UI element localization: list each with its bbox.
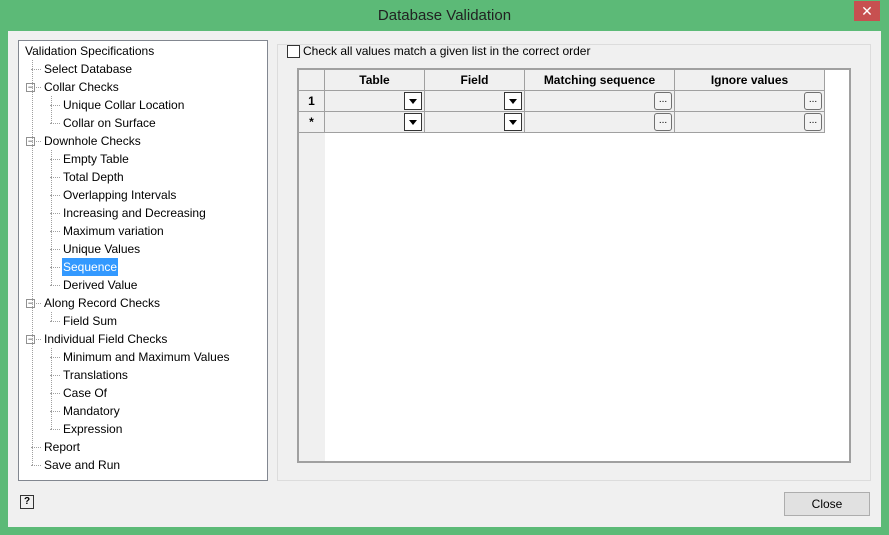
tree-item[interactable]: Overlapping Intervals — [62, 186, 177, 204]
dropdown-button[interactable] — [504, 92, 522, 110]
specifications-tree[interactable]: Validation Specifications Select Database… — [18, 40, 268, 481]
tree-item[interactable]: Sequence — [62, 258, 119, 276]
grid-cell[interactable] — [425, 91, 525, 112]
ellipsis-button[interactable]: ... — [804, 92, 822, 110]
tree-item[interactable]: Maximum variation — [62, 222, 165, 240]
tree-connector — [50, 321, 60, 322]
tree-item[interactable]: Individual Field Checks — [43, 330, 168, 348]
tree-item[interactable]: Derived Value — [62, 276, 138, 294]
collapse-icon[interactable]: − — [26, 137, 35, 146]
window-close-button[interactable]: ✕ — [854, 1, 880, 21]
tree-connector — [31, 465, 41, 466]
grid-cell[interactable] — [325, 91, 425, 112]
row-header[interactable]: 1 — [299, 91, 325, 112]
grid-cell[interactable]: ... — [525, 112, 675, 133]
ellipsis-button[interactable]: ... — [654, 113, 672, 131]
tree-connector — [50, 285, 60, 286]
tree-item[interactable]: Downhole Checks — [43, 132, 142, 150]
tree-item[interactable]: Select Database — [43, 60, 133, 78]
row-header[interactable]: * — [299, 112, 325, 133]
tree-item[interactable]: Unique Collar Location — [62, 96, 185, 114]
tree-connector — [51, 150, 52, 285]
tree-item[interactable]: Collar on Surface — [62, 114, 157, 132]
column-header[interactable]: Table — [325, 70, 425, 91]
dropdown-button[interactable] — [504, 113, 522, 131]
tree-item[interactable]: Unique Values — [62, 240, 141, 258]
column-header[interactable]: Ignore values — [675, 70, 825, 91]
tree-item[interactable]: Empty Table — [62, 150, 130, 168]
tree-item[interactable]: Expression — [62, 420, 123, 438]
tree-connector — [50, 123, 60, 124]
tree-item[interactable]: Minimum and Maximum Values — [62, 348, 231, 366]
grid-cell[interactable]: ... — [675, 112, 825, 133]
collapse-icon[interactable]: − — [26, 83, 35, 92]
grid-corner — [299, 70, 325, 91]
help-icon[interactable]: ? — [20, 495, 34, 509]
close-button[interactable]: Close — [784, 492, 870, 516]
ellipsis-button[interactable]: ... — [654, 92, 672, 110]
grid-cell[interactable]: ... — [675, 91, 825, 112]
check-order-checkbox[interactable] — [287, 45, 300, 58]
tree-item[interactable]: Total Depth — [62, 168, 125, 186]
grid-cell[interactable] — [425, 112, 525, 133]
sequence-grid[interactable]: Table Field Matching sequence Ignore values… — [297, 68, 851, 463]
column-header[interactable]: Matching sequence — [525, 70, 675, 91]
tree-item[interactable]: Translations — [62, 366, 129, 384]
column-header[interactable]: Field — [425, 70, 525, 91]
tree-item[interactable]: Mandatory — [62, 402, 121, 420]
tree-item[interactable]: Report — [43, 438, 81, 456]
dropdown-button[interactable] — [404, 92, 422, 110]
tree-item[interactable]: Case Of — [62, 384, 108, 402]
tree-item[interactable]: Along Record Checks — [43, 294, 161, 312]
check-order-label: Check all values match a given list in t… — [303, 44, 591, 58]
ellipsis-button[interactable]: ... — [804, 113, 822, 131]
collapse-icon[interactable]: − — [26, 299, 35, 308]
tree-item[interactable]: Field Sum — [62, 312, 118, 330]
tree-item[interactable]: Increasing and Decreasing — [62, 204, 207, 222]
tree-item[interactable]: Validation Specifications — [24, 42, 155, 60]
window-title: Database Validation — [377, 7, 512, 24]
tree-item[interactable]: Collar Checks — [43, 78, 120, 96]
collapse-icon[interactable]: − — [26, 335, 35, 344]
tree-connector — [51, 312, 52, 321]
tree-connector — [32, 60, 33, 465]
grid-cell[interactable] — [325, 112, 425, 133]
dropdown-button[interactable] — [404, 113, 422, 131]
tree-connector — [50, 429, 60, 430]
tree-connector — [51, 96, 52, 123]
tree-item[interactable]: Save and Run — [43, 456, 121, 474]
grid-cell[interactable]: ... — [525, 91, 675, 112]
tree-connector — [51, 348, 52, 429]
